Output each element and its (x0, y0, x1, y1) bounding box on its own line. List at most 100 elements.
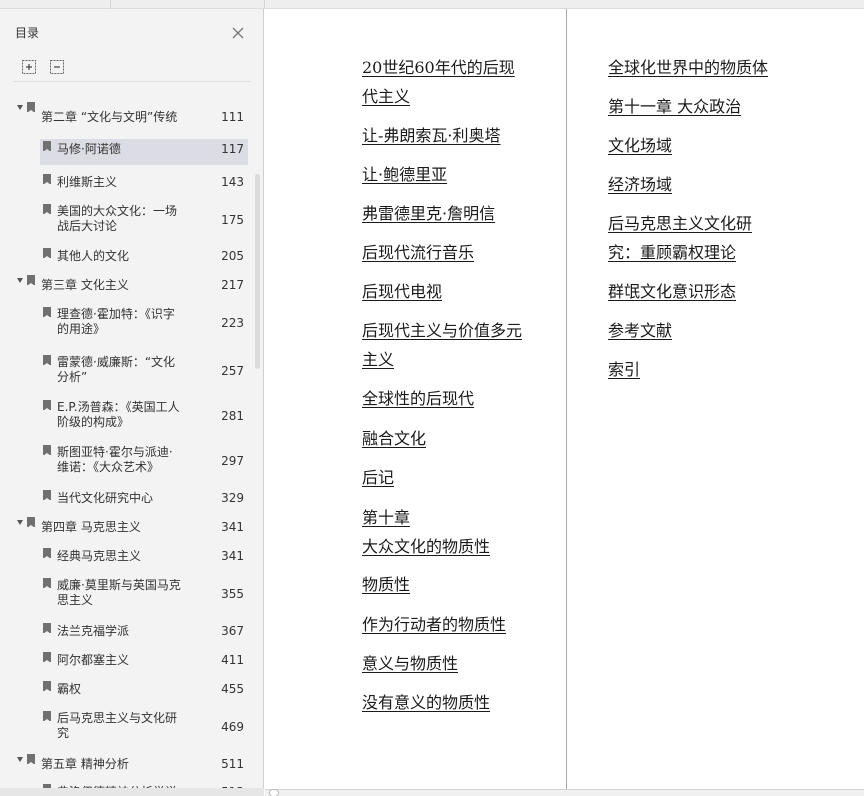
toc-chapter[interactable]: 第三章 文化主义 217 (10, 275, 248, 295)
bookmark-icon (43, 681, 51, 692)
toc-section[interactable]: 威廉·莫里斯与英国马克思主义 355 (40, 576, 248, 612)
toc-link[interactable]: 后现代主义与价值多元主义 (362, 316, 527, 374)
toc-link[interactable]: 后现代流行音乐 (362, 238, 474, 267)
toc-section[interactable]: 阿尔都塞主义 411 (40, 650, 248, 670)
bookmark-icon (43, 578, 51, 589)
toc-item-label: E.P.汤普森：《英国工人阶级的构成》 (57, 400, 180, 429)
toc-link[interactable]: 全球性的后现代 (362, 384, 474, 413)
top-toolbar-strip (0, 0, 864, 9)
expand-arrow-icon[interactable] (17, 278, 23, 283)
toc-item-label: 马修·阿诺德 (57, 142, 121, 156)
bookmark-icon (43, 623, 51, 634)
toc-section[interactable]: 美国的大众文化：一场战后大讨论 175 (40, 202, 248, 238)
toc-item-label: 阿尔都塞主义 (57, 653, 130, 667)
toc-link[interactable]: 让·鲍德里亚 (362, 160, 447, 189)
toc-link[interactable]: 后马克思主义文化研究：重顾霸权理论 (608, 209, 773, 267)
toc-chapter[interactable]: 第五章 精神分析 511 (10, 754, 248, 774)
toc-item-page: 355 (221, 587, 244, 601)
toc-item-page: 469 (221, 720, 244, 734)
toc-section[interactable]: 霸权 455 (40, 679, 248, 699)
toc-link[interactable]: 第十章 (362, 503, 410, 532)
toc-item-page: 341 (221, 520, 244, 534)
toc-item-label: 第三章 文化主义 (41, 278, 129, 292)
bookmark-icon (43, 355, 51, 366)
toc-section[interactable]: 后马克思主义与文化研究 469 (40, 709, 248, 745)
bookmark-icon (43, 307, 51, 318)
toc-section[interactable]: 利维斯主义 143 (40, 172, 248, 192)
bookmark-icon (43, 141, 51, 152)
toc-link[interactable]: 弗雷德里克·詹明信 (362, 199, 495, 228)
expand-all-icon[interactable] (22, 59, 36, 74)
bookmark-icon (43, 652, 51, 663)
toc-item-page: 117 (221, 142, 244, 156)
bookmark-icon (27, 517, 35, 528)
toc-item-page: 329 (221, 491, 244, 505)
toc-link[interactable]: 物质性 (362, 570, 410, 599)
toc-sidebar: 目录 第二章 “文化与文明”传统 111 马修·阿诺德 117 利维斯主义 143 美国的大… (0, 9, 264, 796)
expand-arrow-icon[interactable] (17, 105, 23, 110)
horizontal-scrollbar[interactable] (265, 789, 864, 796)
scroll-thumb[interactable] (269, 789, 279, 796)
toc-section[interactable]: 经典马克思主义 341 (40, 546, 248, 566)
toc-link[interactable]: 索引 (608, 355, 640, 384)
expand-arrow-icon[interactable] (17, 520, 23, 525)
toc-link[interactable]: 经济场域 (608, 170, 672, 199)
sidebar-divider (14, 81, 250, 82)
toc-item-page: 367 (221, 624, 244, 638)
bookmark-icon (43, 711, 51, 722)
toc-item-page: 143 (221, 175, 244, 189)
toc-link[interactable]: 后现代电视 (362, 277, 442, 306)
toc-link[interactable]: 20世纪60年代的后现代主义 (362, 53, 527, 111)
toolbar-divider (264, 0, 265, 9)
toc-chapter[interactable]: 第二章 “文化与文明”传统 111 (10, 102, 248, 130)
toc-section[interactable]: 马修·阿诺德 117 (40, 139, 248, 165)
toc-section[interactable]: E.P.汤普森：《英国工人阶级的构成》 281 (40, 398, 248, 434)
close-icon[interactable] (231, 25, 245, 39)
toc-section[interactable]: 雷蒙德·威廉斯：“文化分析” 257 (40, 353, 248, 389)
toc-item-page: 281 (221, 409, 244, 423)
bookmark-icon (43, 548, 51, 559)
toc-item-label: 第五章 精神分析 (41, 757, 129, 771)
toc-link[interactable]: 作为行动者的物质性 (362, 610, 506, 639)
bookmark-icon (43, 400, 51, 411)
toc-chapter[interactable]: 第四章 马克思主义 341 (10, 517, 248, 537)
toc-link[interactable]: 融合文化 (362, 424, 426, 453)
toc-section[interactable]: 法兰克福学派 367 (40, 621, 248, 641)
toc-item-page: 205 (221, 249, 244, 263)
collapse-all-icon[interactable] (50, 59, 64, 74)
bookmark-icon (43, 490, 51, 501)
toc-item-page: 341 (221, 549, 244, 563)
toc-link[interactable]: 后记 (362, 463, 394, 492)
toc-item-page: 511 (221, 757, 244, 771)
expand-arrow-icon[interactable] (17, 757, 23, 762)
toc-link[interactable]: 大众文化的物质性 (362, 532, 490, 561)
sidebar-bottom-bar (0, 788, 264, 796)
toc-item-label: 利维斯主义 (57, 175, 118, 189)
toc-link[interactable]: 全球化世界中的物质体 (608, 53, 768, 82)
toc-link[interactable]: 参考文献 (608, 316, 672, 345)
toc-section[interactable]: 其他人的文化 205 (40, 246, 248, 266)
toc-section[interactable]: 当代文化研究中心 329 (40, 488, 248, 508)
toc-item-label: 经典马克思主义 (57, 549, 142, 563)
toc-item-label: 法兰克福学派 (57, 624, 130, 638)
column-divider (566, 9, 567, 789)
page-content: 20世纪60年代的后现代主义 让-弗朗索瓦·利奥塔 让·鲍德里亚 弗雷德里克·詹明信后… (265, 9, 864, 789)
toc-link[interactable]: 让-弗朗索瓦·利奥塔 (362, 121, 501, 150)
sidebar-header: 目录 (0, 9, 263, 53)
toc-link[interactable]: 第十一章 大众政治 (608, 92, 741, 121)
toc-link[interactable]: 群氓文化意识形态 (608, 277, 736, 306)
sidebar-scrollbar[interactable] (255, 174, 260, 369)
toc-section[interactable]: 斯图亚特·霍尔与派迪·维诺：《大众艺术》 297 (40, 443, 248, 479)
toc-link[interactable]: 没有意义的物质性 (362, 688, 490, 717)
bookmark-icon (43, 204, 51, 215)
toc-item-page: 411 (221, 653, 244, 667)
toc-item-label: 威廉·莫里斯与英国马克思主义 (57, 578, 181, 607)
bookmark-icon (43, 248, 51, 259)
toc-item-page: 175 (221, 213, 244, 227)
toc-link[interactable]: 意义与物质性 (362, 649, 458, 678)
toc-item-label: 当代文化研究中心 (57, 491, 154, 505)
sidebar-toolbar (0, 53, 263, 81)
toc-link[interactable]: 文化场域 (608, 131, 672, 160)
bookmark-icon (43, 174, 51, 185)
toc-section[interactable]: 理查德·霍加特：《识字的用途》 223 (40, 305, 248, 341)
